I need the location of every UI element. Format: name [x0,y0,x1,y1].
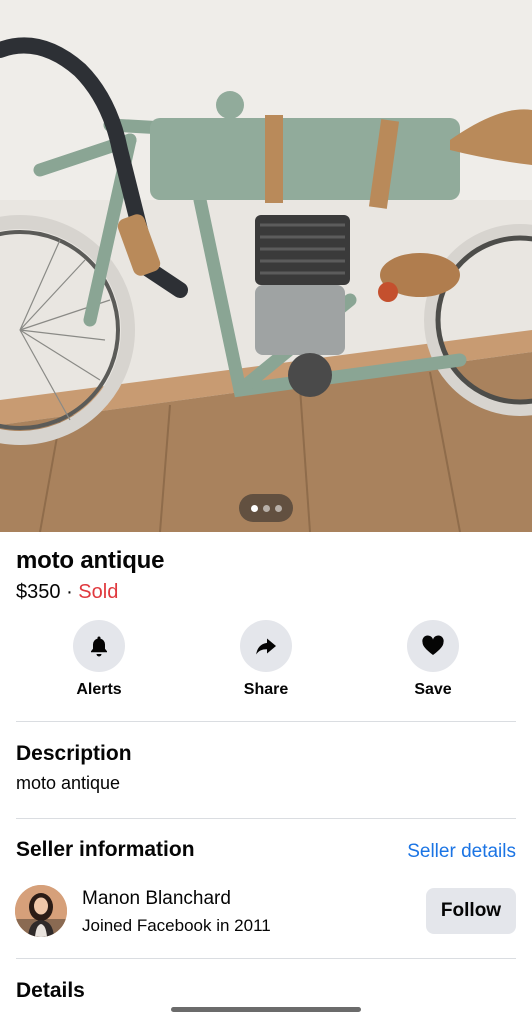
seller-name[interactable]: Manon Blanchard [82,888,231,910]
divider [16,958,516,959]
alerts-circle[interactable] [73,620,125,672]
status-badge: Sold [78,581,119,603]
details-heading: Details [16,979,85,1002]
listing-title: moto antique [16,547,165,574]
save-label: Save [414,681,452,698]
photo-pager[interactable] [239,494,293,522]
description-text: moto antique [16,773,121,793]
share-arrow-icon [256,638,276,655]
heart-icon [422,635,444,655]
seller-joined-text: Joined Facebook in 2011 [82,916,271,935]
pager-dot-active [250,504,258,512]
share-circle[interactable] [240,620,292,672]
avatar[interactable] [15,885,67,937]
price-separator: · [66,581,73,603]
divider [16,818,516,819]
divider [16,721,516,722]
price-row: $350 · Sold [16,581,118,604]
listing-price: $350 [16,581,61,603]
seller-info-heading: Seller information [16,838,195,861]
description-heading: Description [16,742,132,765]
listing-photo[interactable] [0,0,532,532]
share-button[interactable]: Share [206,620,326,699]
action-bar: Alerts Share Save [0,620,532,704]
save-button[interactable]: Save [373,620,493,699]
save-circle[interactable] [407,620,459,672]
seller-avatar-image [15,885,67,937]
pager-dot [274,504,282,512]
motorbike-photo [0,0,532,532]
home-indicator[interactable] [171,1007,361,1012]
seller-details-link[interactable]: Seller details [407,841,516,863]
pager-dot [262,504,270,512]
share-label: Share [243,681,289,698]
bell-icon [91,636,107,657]
alerts-label: Alerts [76,681,122,698]
alerts-button[interactable]: Alerts [39,620,159,699]
follow-button[interactable]: Follow [426,888,516,934]
